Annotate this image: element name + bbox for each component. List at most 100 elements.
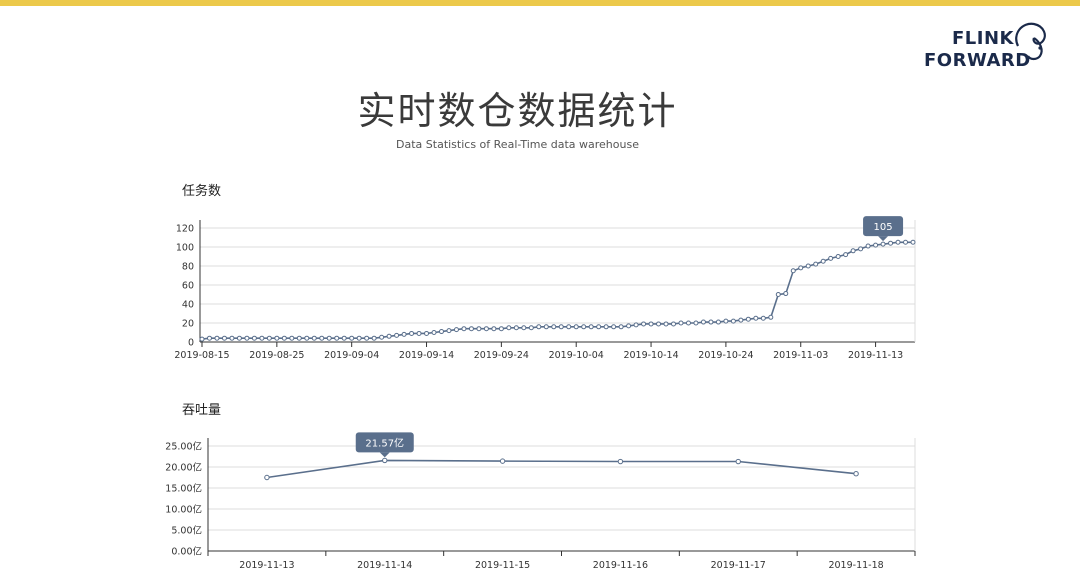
task-count-chart: 0 20 40 60 80 100 120 2019-08-15 2019-08-25 2019-… (165, 216, 916, 571)
data-point (558, 324, 564, 330)
y-tick-label: 120 (176, 224, 194, 235)
data-point (633, 322, 639, 328)
data-point (424, 330, 430, 336)
data-point (910, 239, 916, 245)
data-point (820, 258, 826, 264)
data-point (319, 335, 325, 341)
data-point (349, 335, 355, 341)
y-tick-label: 0 (188, 338, 194, 349)
data-point (498, 326, 504, 332)
data-point (611, 324, 617, 330)
data-point (603, 324, 609, 330)
data-point (828, 255, 834, 261)
data-point (760, 315, 766, 321)
y-tick-label: 80 (182, 262, 194, 273)
x-tick-label: 2019-11-03 (773, 350, 828, 361)
x-tick-label: 2019-09-14 (399, 350, 454, 361)
data-point (341, 335, 347, 341)
data-point (617, 458, 624, 465)
data-point (513, 325, 519, 331)
x-tick-label: 2019-11-13 (848, 350, 903, 361)
data-point (618, 324, 624, 330)
data-point (382, 457, 388, 464)
data-point (364, 335, 370, 341)
data-point (264, 474, 270, 481)
tooltip-pointer (379, 452, 390, 458)
data-point (236, 335, 242, 341)
x-tick-label: 2019-09-04 (324, 350, 379, 361)
data-point (199, 336, 205, 342)
data-point (438, 329, 444, 335)
y-tick-label: 5.00亿 (171, 525, 202, 537)
data-point (903, 239, 909, 245)
data-point (700, 319, 706, 325)
data-point (813, 261, 819, 267)
data-point (566, 324, 572, 330)
data-point (626, 323, 632, 329)
y-tick-label: 15.00亿 (165, 483, 202, 495)
data-point (506, 325, 512, 331)
data-point (596, 324, 602, 330)
data-point (573, 324, 579, 330)
y-tick-label: 25.00亿 (165, 441, 202, 453)
data-point (850, 248, 856, 254)
data-point (880, 241, 886, 247)
data-point (843, 252, 849, 258)
data-point (783, 291, 789, 297)
data-point (745, 316, 751, 322)
data-point (461, 326, 467, 332)
data-point (401, 331, 407, 337)
data-point (416, 330, 422, 336)
data-point (476, 326, 482, 332)
data-point (656, 321, 662, 327)
x-tick-label: 2019-11-14 (357, 560, 412, 571)
data-point (468, 326, 474, 332)
x-tick-label: 2019-11-13 (239, 560, 294, 571)
series-line (266, 459, 857, 479)
x-tick-label: 2019-11-17 (711, 560, 766, 571)
tooltip-pointer (878, 236, 889, 242)
data-point (499, 458, 506, 464)
x-tick-label: 2019-11-16 (593, 560, 648, 571)
data-point (483, 326, 489, 332)
data-point (648, 321, 654, 327)
data-point (521, 325, 527, 331)
data-point (738, 317, 744, 323)
data-point (281, 335, 287, 341)
y-tick-label: 20.00亿 (165, 462, 202, 474)
data-point (536, 324, 542, 330)
data-point (274, 335, 280, 341)
x-tick-label: 2019-08-15 (174, 350, 229, 361)
tooltip-label: 21.57亿 (365, 436, 404, 449)
data-point (730, 318, 736, 324)
data-point (888, 240, 894, 246)
data-point (735, 458, 741, 465)
data-point (491, 326, 497, 332)
data-point (356, 335, 362, 341)
y-tick-label: 20 (182, 319, 194, 330)
data-point (685, 320, 691, 326)
y-tick-label: 10.00亿 (165, 504, 202, 516)
data-point (853, 471, 859, 477)
data-point (229, 335, 235, 341)
data-point (266, 335, 272, 341)
data-point (708, 319, 714, 325)
data-point (409, 330, 415, 336)
data-point (798, 265, 804, 271)
x-tick-label: 2019-09-24 (474, 350, 529, 361)
data-point (768, 314, 774, 320)
data-point (431, 330, 437, 335)
data-point (394, 332, 400, 338)
y-tick-label: 60 (182, 281, 194, 292)
data-point (289, 335, 295, 341)
data-point (790, 268, 796, 274)
data-point (221, 335, 227, 341)
data-point (581, 324, 587, 330)
data-point (551, 324, 557, 330)
data-point (386, 333, 392, 339)
data-point (678, 320, 684, 326)
data-point (244, 335, 250, 341)
data-point (858, 246, 864, 252)
data-point (663, 321, 669, 327)
data-point (775, 292, 781, 297)
